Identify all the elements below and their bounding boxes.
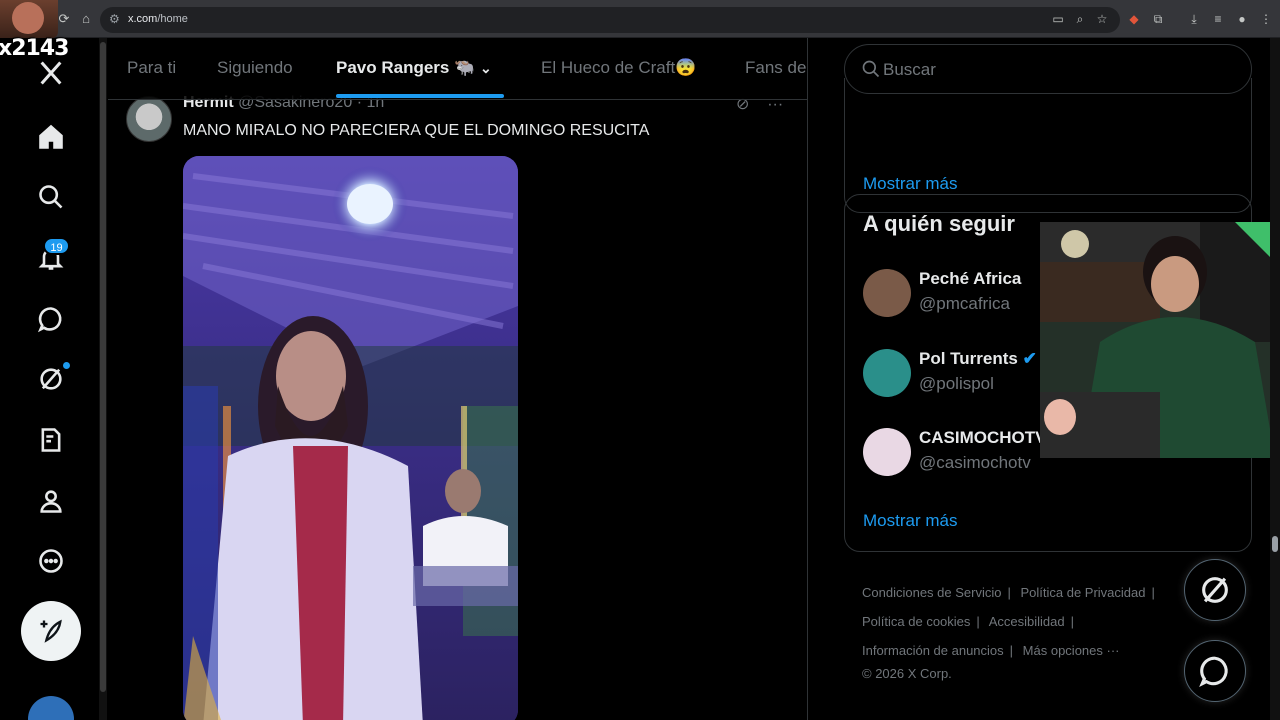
messages-floating-button[interactable] (1184, 640, 1246, 702)
who-to-follow-title: A quién seguir (863, 211, 1015, 236)
footer-more-options-link[interactable]: Más opciones ··· (1023, 643, 1120, 658)
tab-fans-de[interactable]: Fans de (745, 58, 806, 78)
suggestion-handle[interactable]: @casimochotv (919, 453, 1031, 473)
cast-icon[interactable]: ▭ (1050, 11, 1066, 27)
tab-el-hueco-de-craft[interactable]: El Hueco de Craft😨 (541, 58, 696, 78)
suggestion-name[interactable]: CASIMOCHOTV (919, 428, 1047, 448)
trends-show-more-link[interactable]: Mostrar más (863, 174, 957, 194)
url-text: x.com/home (128, 13, 188, 25)
avatar[interactable] (863, 428, 911, 476)
streamer-cam-thumbnail (0, 0, 58, 38)
more-options-icon[interactable] (30, 540, 72, 582)
profile-icon[interactable]: ● (1234, 11, 1250, 27)
tab-pavo-rangers[interactable]: Pavo Rangers 🐃 ⌄ (336, 58, 492, 78)
feather-plus-icon (40, 619, 62, 643)
notification-badge: 19 (43, 237, 70, 255)
page-scrollbar[interactable] (1270, 38, 1280, 720)
bookmark-star-icon[interactable]: ☆ (1094, 11, 1110, 27)
follow-show-more-link[interactable]: Mostrar más (863, 511, 957, 531)
stream-overlay-text: x2143 (0, 36, 69, 61)
tweet-author-avatar[interactable] (126, 96, 172, 142)
site-info-icon[interactable]: ⚙ (109, 12, 120, 26)
footer-privacy-link[interactable]: Política de Privacidad (1020, 585, 1145, 600)
lists-icon[interactable] (30, 419, 72, 461)
chevron-down-icon[interactable]: ⌄ (480, 60, 492, 76)
footer-terms-link[interactable]: Condiciones de Servicio (862, 585, 1001, 600)
zoom-icon[interactable]: ⌕ (1072, 11, 1088, 27)
profile-person-icon[interactable] (30, 480, 72, 522)
grok-icon (1202, 577, 1228, 603)
footer-copyright: © 2026 X Corp. (862, 666, 952, 681)
home-browser-icon[interactable]: ⌂ (78, 11, 94, 27)
messages-icon (1199, 656, 1228, 688)
suggestion-name[interactable]: Pol Turrents ✔ (919, 349, 1037, 369)
compose-post-button[interactable] (21, 601, 81, 661)
browser-toolbar: ⟳ ⌂ ⚙ x.com/home ▭ ⌕ ☆ ◆ ⧉ ⤓ ≡ ● ⋮ (0, 0, 1280, 38)
tab-siguiendo[interactable]: Siguiendo (217, 58, 293, 78)
grok-new-dot (62, 361, 71, 370)
left-scrollbar[interactable] (99, 38, 107, 720)
download-icon[interactable]: ⤓ (1186, 11, 1202, 27)
verified-badge-icon: ✔ (1022, 349, 1037, 368)
webcam-image (1040, 222, 1275, 458)
messages-icon[interactable] (30, 298, 72, 340)
timeline-tabs: Para ti Siguiendo Pavo Rangers 🐃 ⌄ El Hu… (108, 38, 807, 100)
footer-accessibility-link[interactable]: Accesibilidad (989, 614, 1065, 629)
avatar[interactable] (863, 349, 911, 397)
footer-ads-link[interactable]: Información de anuncios (862, 643, 1004, 658)
suggestion-name[interactable]: Peché Africa (919, 269, 1021, 289)
footer-cookies-link[interactable]: Política de cookies (862, 614, 970, 629)
tab-para-ti[interactable]: Para ti (127, 58, 176, 78)
streamer-webcam-overlay (1040, 222, 1275, 458)
search-input[interactable]: Buscar (844, 44, 1252, 94)
video-frame-image (183, 156, 518, 720)
home-icon[interactable] (30, 116, 72, 158)
reload-icon[interactable]: ⟳ (56, 11, 72, 27)
browser-menu-icon[interactable]: ⋮ (1258, 11, 1274, 27)
search-icon (862, 60, 880, 78)
suggestion-handle[interactable]: @polispol (919, 374, 994, 394)
grok-floating-button[interactable] (1184, 559, 1246, 621)
extension-icon[interactable]: ◆ (1126, 11, 1142, 27)
tweet-text: MANO MIRALO NO PARECIERA QUE EL DOMINGO … (183, 122, 650, 139)
address-bar[interactable]: ⚙ x.com/home (100, 7, 1120, 33)
active-tab-indicator (336, 94, 504, 98)
media-icon[interactable]: ≡ (1210, 11, 1226, 27)
avatar[interactable] (863, 269, 911, 317)
timeline: Para ti Siguiendo Pavo Rangers 🐃 ⌄ El Hu… (108, 38, 808, 720)
tweet-video[interactable] (183, 156, 518, 720)
footer-links: Condiciones de Servicio | Política de Pri… (862, 578, 1192, 683)
suggestion-handle[interactable]: @pmcafrica (919, 294, 1010, 314)
extensions-puzzle-icon[interactable]: ⧉ (1150, 11, 1166, 27)
trends-card: Mostrar más (844, 78, 1252, 213)
search-placeholder: Buscar (883, 60, 936, 79)
explore-search-icon[interactable] (30, 176, 72, 218)
